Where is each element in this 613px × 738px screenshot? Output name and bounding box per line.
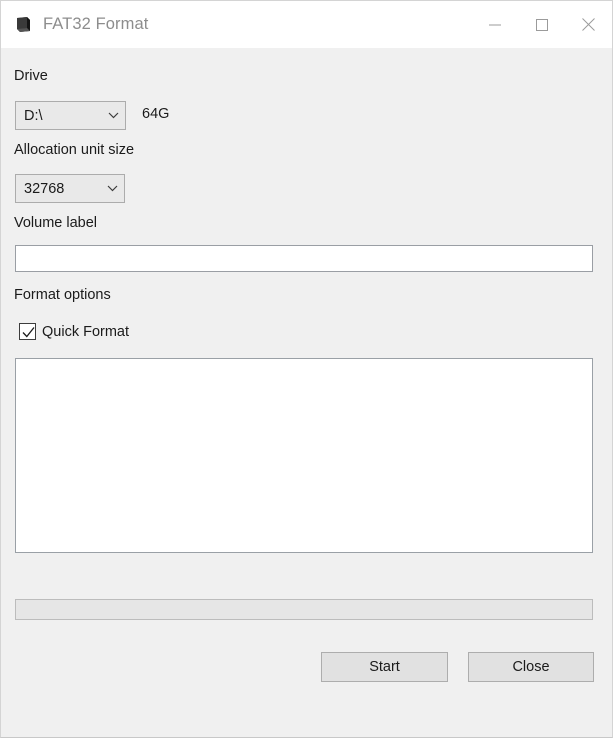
- app-icon: [13, 14, 35, 36]
- volume-label-input[interactable]: [15, 245, 593, 272]
- maximize-icon: [535, 18, 548, 31]
- log-output-box[interactable]: [15, 358, 593, 553]
- allocation-unit-size-value: 32768: [24, 180, 65, 197]
- maximize-button[interactable]: [518, 1, 565, 48]
- title-bar[interactable]: FAT32 Format: [1, 1, 612, 48]
- minimize-button[interactable]: [471, 1, 518, 48]
- chevron-down-icon: [101, 112, 125, 119]
- fat32-format-window: FAT32 Format Drive D:\ 64G Allocation un…: [0, 0, 613, 738]
- minimize-icon: [488, 24, 501, 25]
- client-area: Drive D:\ 64G Allocation unit size 32768…: [1, 48, 612, 737]
- quick-format-checkbox-row[interactable]: Quick Format: [19, 323, 129, 340]
- window-controls: [471, 1, 612, 48]
- progress-bar: [15, 599, 593, 620]
- close-dialog-button[interactable]: Close: [468, 652, 594, 682]
- checkmark-icon: [22, 327, 35, 338]
- allocation-unit-size-combobox[interactable]: 32768: [15, 174, 125, 203]
- close-button[interactable]: [565, 1, 612, 48]
- drive-combobox-value: D:\: [24, 107, 43, 124]
- drive-combobox[interactable]: D:\: [15, 101, 126, 130]
- allocation-unit-size-label: Allocation unit size: [14, 142, 135, 158]
- drive-label: Drive: [14, 68, 48, 84]
- format-options-label: Format options: [14, 287, 111, 303]
- quick-format-checkbox[interactable]: [19, 323, 36, 340]
- quick-format-label: Quick Format: [42, 323, 130, 340]
- start-button[interactable]: Start: [321, 652, 448, 682]
- volume-label-label: Volume label: [14, 215, 98, 231]
- drive-capacity-text: 64G: [142, 106, 170, 122]
- window-title: FAT32 Format: [43, 15, 149, 33]
- chevron-down-icon: [100, 185, 124, 192]
- close-icon: [582, 18, 595, 31]
